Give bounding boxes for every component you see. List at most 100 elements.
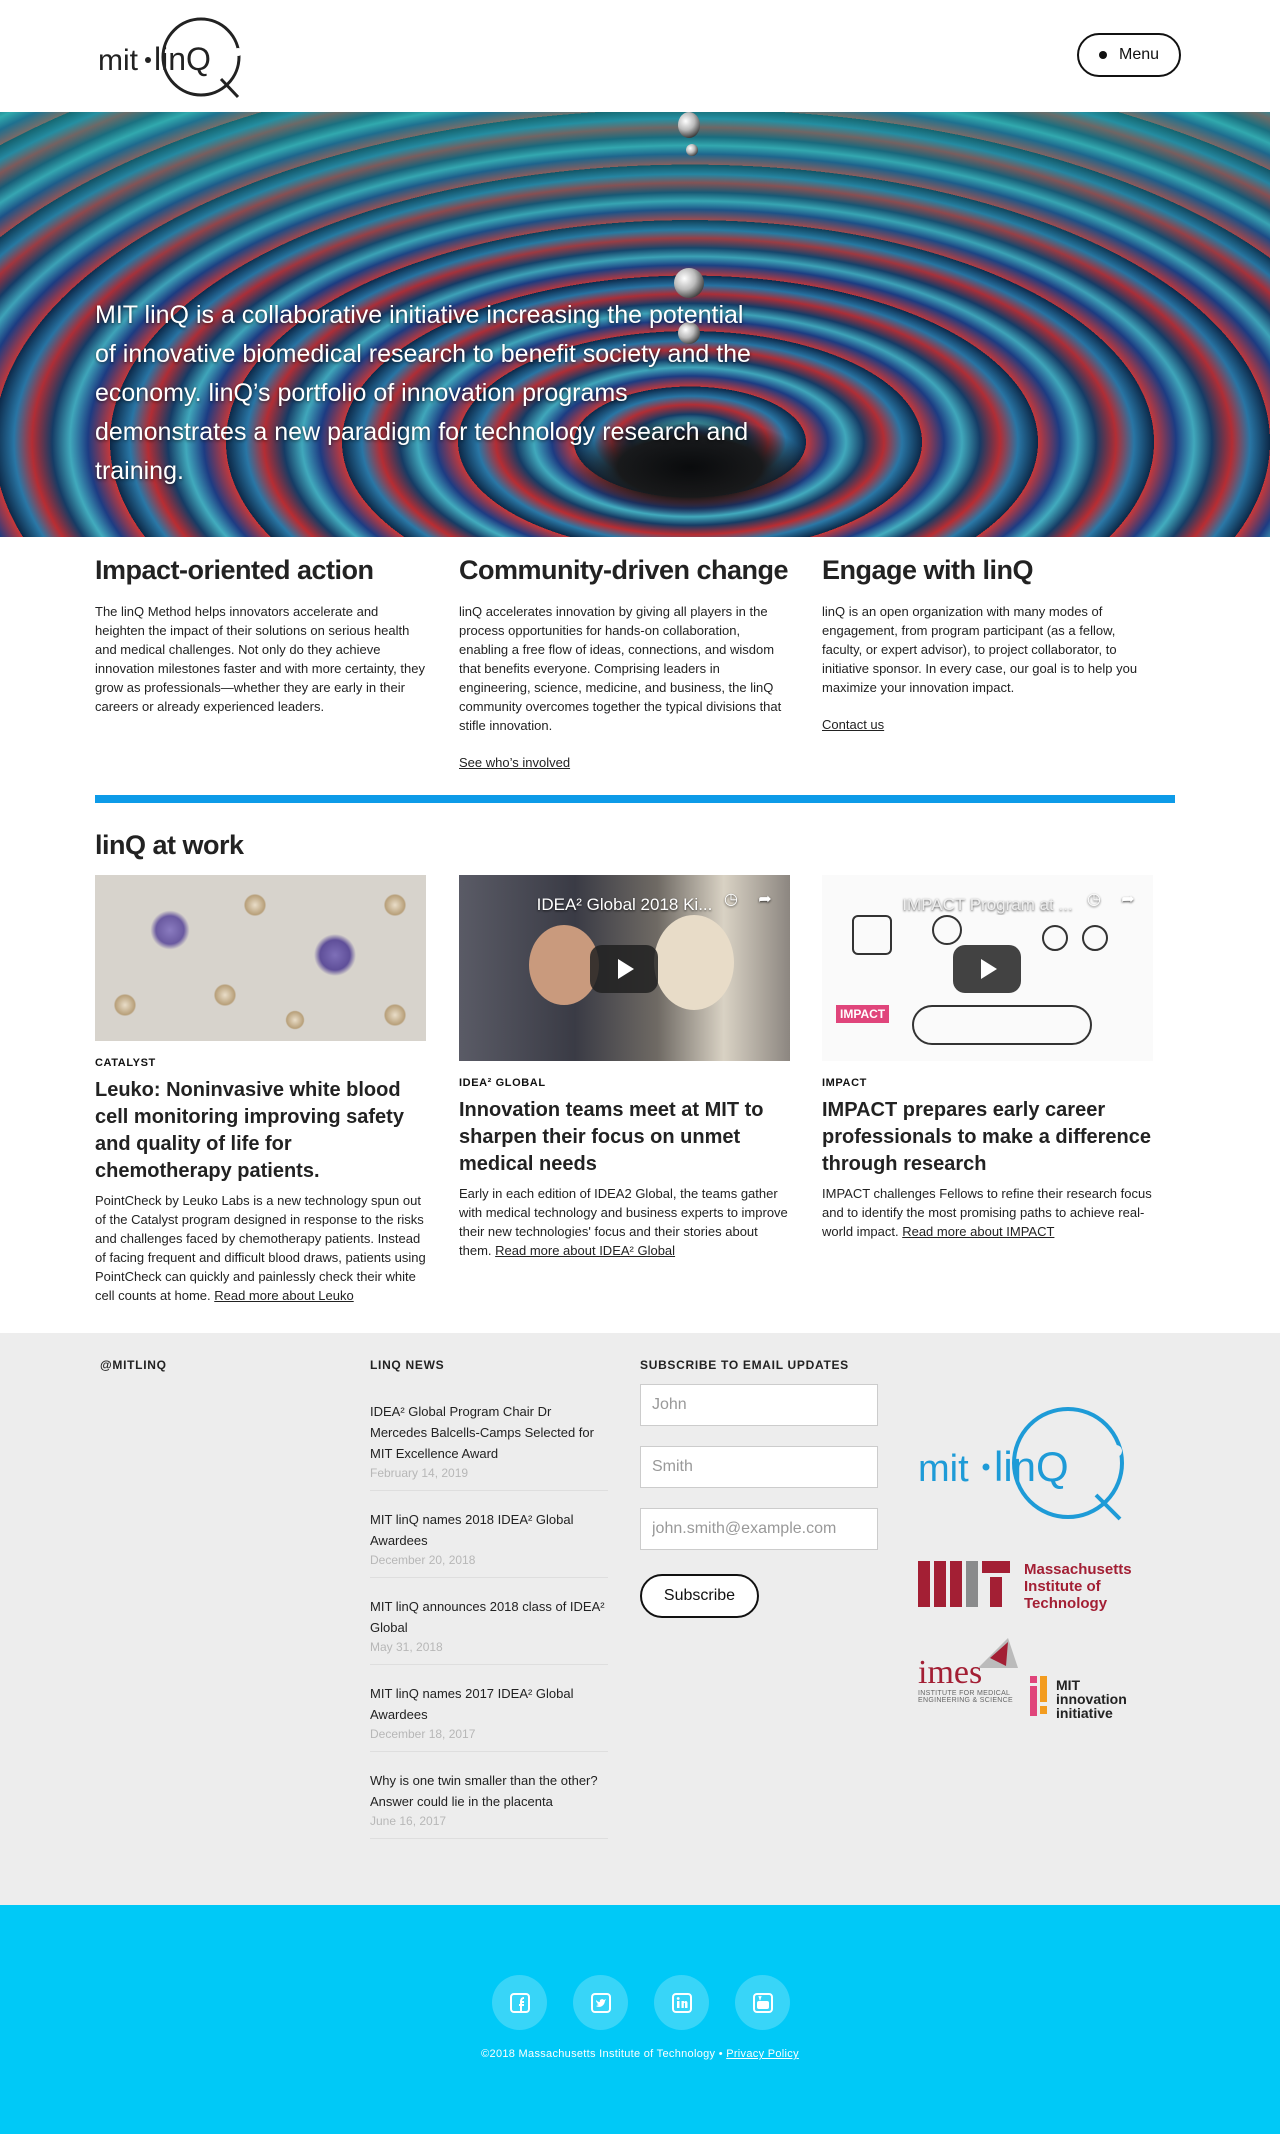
news-date: December 20, 2018: [370, 1553, 476, 1567]
linq-logo-blue: mit linQ: [918, 1407, 1124, 1521]
youtube-link[interactable]: [735, 1975, 790, 2030]
sketch-table-image: [912, 1005, 1092, 1045]
copyright: ©2018 Massachusetts Institute of Technol…: [0, 2048, 1280, 2060]
facebook-link[interactable]: [492, 1975, 547, 2030]
story-tag: IMPACT: [822, 1077, 867, 1089]
news-date: May 31, 2018: [370, 1640, 443, 1654]
see-whos-involved-link[interactable]: See who’s involved: [459, 755, 570, 770]
news-list: IDEA² Global Program Chair Dr Mercedes B…: [370, 1393, 608, 1849]
pillar-body: linQ is an open organization with many m…: [822, 604, 1138, 695]
read-more-impact-link[interactable]: Read more about IMPACT: [902, 1224, 1054, 1239]
read-more-idea2-link[interactable]: Read more about IDEA² Global: [495, 1243, 675, 1258]
linkedin-icon: [671, 1992, 692, 2013]
news-title-link[interactable]: MIT linQ announces 2018 class of IDEA² G…: [370, 1596, 608, 1638]
subscribe-heading: SUBSCRIBE TO EMAIL UPDATES: [640, 1358, 849, 1372]
watch-later-icon[interactable]: ◷: [720, 889, 742, 911]
sketch-figure-image: [852, 915, 892, 955]
mit-linq-logo[interactable]: mit linQ: [96, 14, 256, 100]
news-item: MIT linQ names 2018 IDEA² Global Awardee…: [370, 1501, 608, 1578]
water-drop-image: [686, 144, 698, 156]
impact-video-player[interactable]: IMPACT IMPACT Program at ... ◷ ➦: [822, 875, 1153, 1061]
twitter-handle[interactable]: @MITLINQ: [100, 1358, 167, 1372]
mii-wordmark: MIT innovation initiative: [1056, 1678, 1127, 1720]
pillar-title: Engage with linQ: [822, 555, 1034, 585]
sketch-figure-image: [1042, 925, 1068, 951]
news-heading: LINQ NEWS: [370, 1358, 445, 1372]
story-tag: IDEA² GLOBAL: [459, 1077, 546, 1089]
privacy-policy-link[interactable]: Privacy Policy: [726, 2048, 799, 2060]
video-controls: ◷ ➦: [720, 889, 776, 911]
partner-logos: imes INSTITUTE FOR MEDICAL ENGINEERING &…: [918, 1638, 1148, 1728]
story-body: PointCheck by Leuko Labs is a new techno…: [95, 1191, 426, 1305]
imes-sub: INSTITUTE FOR MEDICAL: [918, 1690, 1011, 1697]
last-name-field[interactable]: [640, 1446, 878, 1488]
hero-statement: MIT linQ is a collaborative initiative i…: [95, 301, 751, 485]
news-subscribe-section: @MITLINQ LINQ NEWS SUBSCRIBE TO EMAIL UP…: [0, 1333, 1280, 1905]
site-header: mit linQ Menu: [0, 0, 1280, 112]
twitter-icon: [590, 1992, 611, 2013]
news-title-link[interactable]: MIT linQ names 2018 IDEA² Global Awardee…: [370, 1509, 608, 1551]
section-divider: [95, 795, 1175, 803]
hero-banner: MIT linQ is a collaborative initiative i…: [0, 112, 1270, 537]
svg-text:mit: mit: [918, 1448, 969, 1490]
news-date: June 16, 2017: [370, 1814, 447, 1828]
email-field[interactable]: [640, 1508, 878, 1550]
pillar-community: Community-driven change linQ accelerates…: [459, 555, 789, 772]
svg-text:linQ: linQ: [994, 1443, 1069, 1490]
facebook-icon: [509, 1992, 530, 2013]
news-item: MIT linQ announces 2018 class of IDEA² G…: [370, 1588, 608, 1665]
svg-text:mit: mit: [98, 44, 139, 77]
watch-later-icon[interactable]: ◷: [1083, 889, 1105, 911]
mii-line: initiative: [1056, 1705, 1113, 1721]
twitter-link[interactable]: [573, 1975, 628, 2030]
story-card-idea2: IDEA² Global 2018 Ki... ◷ ➦ IDEA² GLOBAL…: [459, 875, 790, 1260]
news-item: Why is one twin smaller than the other? …: [370, 1762, 608, 1839]
news-item: IDEA² Global Program Chair Dr Mercedes B…: [370, 1393, 608, 1491]
story-body: IMPACT challenges Fellows to refine thei…: [822, 1184, 1153, 1241]
svg-text:linQ: linQ: [154, 41, 211, 77]
youtube-icon: [752, 1992, 773, 2013]
mit-wordmark: Massachusetts Institute of Technology: [1024, 1561, 1132, 1612]
story-tag: CATALYST: [95, 1057, 156, 1069]
story-title[interactable]: Innovation teams meet at MIT to sharpen …: [459, 1097, 790, 1178]
video-controls: ◷ ➦: [1083, 889, 1139, 911]
subscribe-button[interactable]: Subscribe: [640, 1574, 759, 1618]
mit-line: Institute of: [1024, 1578, 1101, 1595]
news-title-link[interactable]: IDEA² Global Program Chair Dr Mercedes B…: [370, 1401, 608, 1464]
contact-us-link[interactable]: Contact us: [822, 717, 884, 732]
blood-cells-image: [95, 875, 426, 1041]
pillar-body: The linQ Method helps innovators acceler…: [95, 604, 425, 714]
social-links: [492, 1975, 790, 2030]
site-footer: ©2018 Massachusetts Institute of Technol…: [0, 1905, 1280, 2134]
share-icon[interactable]: ➦: [754, 889, 776, 911]
story-card-impact: IMPACT IMPACT Program at ... ◷ ➦ IMPACT …: [822, 875, 1153, 1241]
story-title[interactable]: IMPACT prepares early career professiona…: [822, 1097, 1153, 1178]
menu-button[interactable]: Menu: [1077, 33, 1181, 77]
sketch-figure-image: [1082, 925, 1108, 951]
read-more-leuko-link[interactable]: Read more about Leuko: [214, 1288, 353, 1303]
story-title[interactable]: Leuko: Noninvasive white blood cell moni…: [95, 1077, 426, 1185]
share-icon[interactable]: ➦: [1117, 889, 1139, 911]
imes-leaf-icon: [978, 1638, 1018, 1668]
pillar-title: Community-driven change: [459, 555, 789, 585]
idea2-video-player[interactable]: IDEA² Global 2018 Ki... ◷ ➦: [459, 875, 790, 1061]
first-name-field[interactable]: [640, 1384, 878, 1426]
pillar-title: Impact-oriented action: [95, 555, 374, 585]
pillar-engage: Engage with linQ linQ is an open organiz…: [822, 555, 1152, 734]
mii-line: MIT: [1056, 1677, 1081, 1693]
water-drop-image: [674, 268, 704, 298]
play-button[interactable]: [590, 945, 658, 993]
news-date: December 18, 2017: [370, 1727, 476, 1741]
linkedin-link[interactable]: [654, 1975, 709, 2030]
mit-line: Massachusetts: [1024, 1561, 1132, 1578]
water-drop-image: [678, 112, 700, 138]
person-image: [654, 915, 734, 1010]
work-section-title: linQ at work: [95, 830, 244, 860]
mit-logo: Massachusetts Institute of Technology: [918, 1561, 1140, 1621]
menu-label: Menu: [1118, 46, 1160, 63]
news-title-link[interactable]: MIT linQ names 2017 IDEA² Global Awardee…: [370, 1683, 608, 1725]
play-button[interactable]: [953, 945, 1021, 993]
news-title-link[interactable]: Why is one twin smaller than the other? …: [370, 1770, 608, 1812]
story-body-text: PointCheck by Leuko Labs is a new techno…: [95, 1193, 426, 1303]
menu-dot-icon: [1098, 51, 1107, 59]
